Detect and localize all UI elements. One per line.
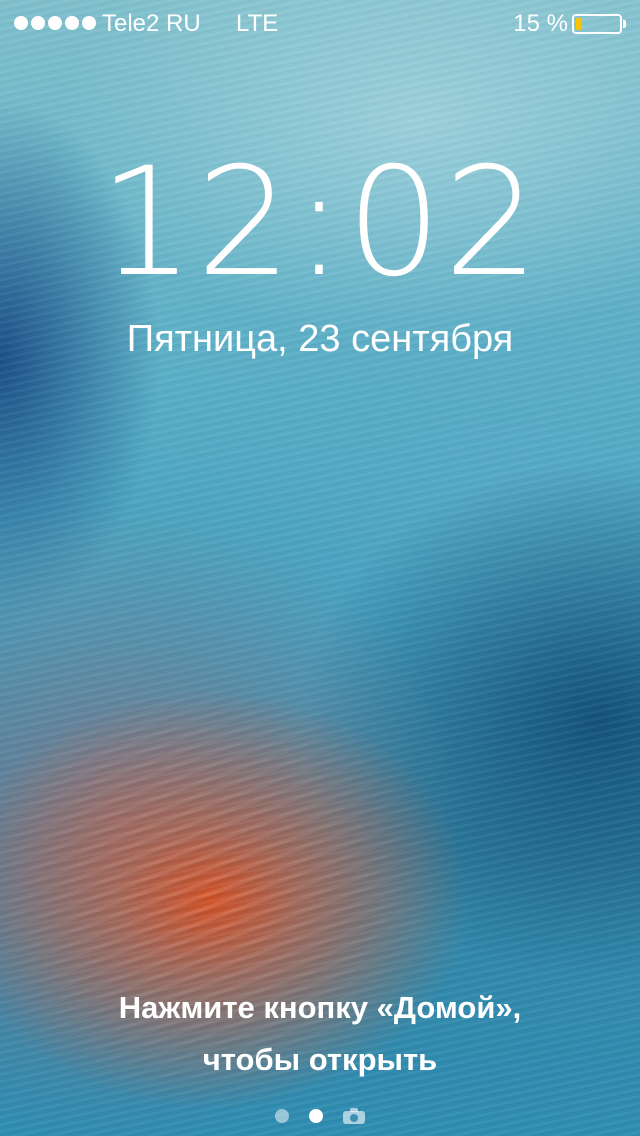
page-dot-lock-screen[interactable] [309, 1109, 323, 1123]
unlock-hint-line-1: Нажмите кнопку «Домой», [118, 990, 522, 1025]
unlock-hint: Нажмите кнопку «Домой», чтобы открыть [0, 982, 640, 1086]
battery-icon [572, 14, 622, 34]
battery-level-fill [576, 18, 582, 30]
page-indicator[interactable] [0, 1104, 640, 1128]
signal-dot [82, 16, 96, 30]
status-bar: Tele2 RU LTE 15 % [0, 0, 640, 48]
battery-tip-icon [623, 20, 626, 28]
signal-strength-icon [14, 16, 96, 30]
battery-percent: 15 % [513, 10, 568, 37]
signal-dot [65, 16, 79, 30]
signal-dot [48, 16, 62, 30]
camera-icon[interactable] [343, 1108, 365, 1124]
lock-screen-time: 12:02 [98, 136, 542, 310]
signal-dot [31, 16, 45, 30]
carrier-name: Tele2 RU [102, 10, 201, 37]
unlock-hint-line-2: чтобы открыть [202, 1042, 438, 1077]
signal-dot [14, 16, 28, 30]
lock-screen-date: Пятница, 23 сентября [126, 318, 514, 360]
camera-icon-lens [350, 1114, 358, 1122]
lock-screen: Tele2 RU LTE 15 % 12:02 Пятница, 23 сент… [0, 0, 640, 1136]
page-dot-notifications[interactable] [275, 1109, 289, 1123]
network-type: LTE [236, 10, 279, 37]
